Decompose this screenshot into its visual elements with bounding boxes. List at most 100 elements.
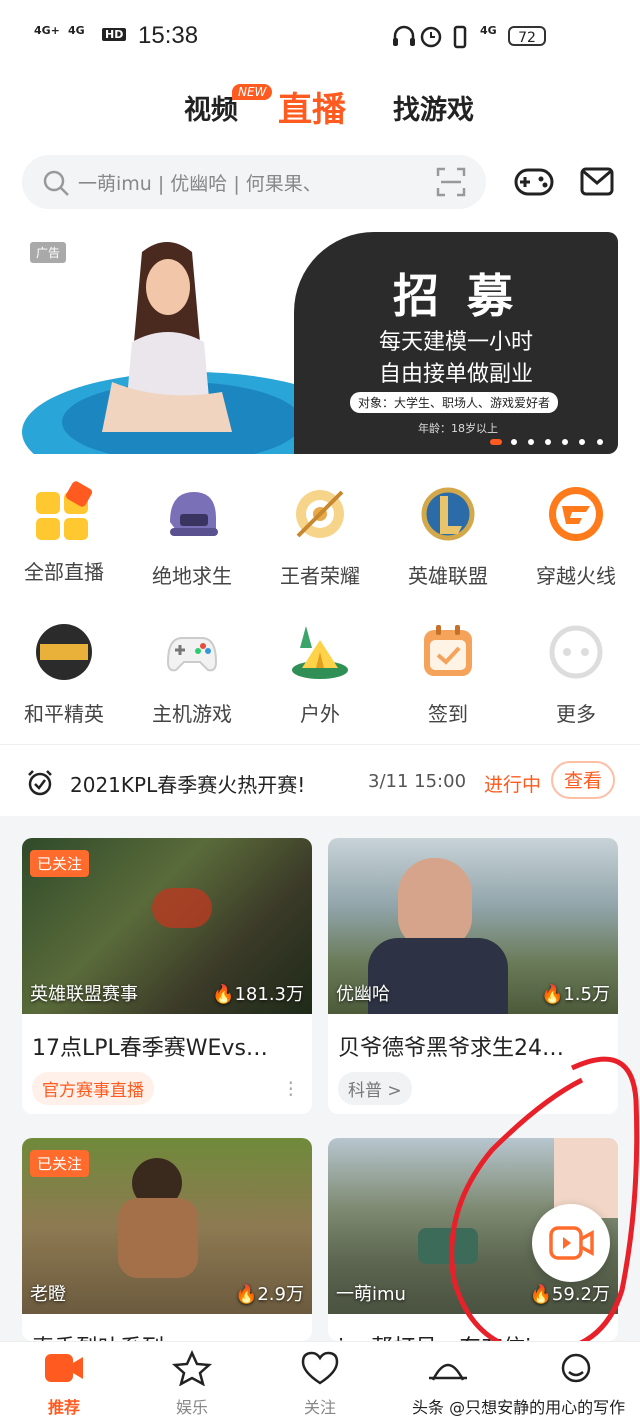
live-card[interactable]: 已关注 老瞪 🔥2.9万 真香烈叶系列 xyxy=(22,1138,312,1341)
status-icons xyxy=(393,25,467,49)
view-button[interactable]: 查看 xyxy=(551,761,615,799)
category-label: 王者荣耀 xyxy=(280,564,360,588)
crossfire-icon xyxy=(549,487,603,541)
banner-illustration xyxy=(22,242,322,454)
views-count: 1.5万 xyxy=(563,984,610,1005)
card-thumbnail: 优幽哈 🔥1.5万 xyxy=(328,838,618,1014)
lol-icon xyxy=(421,487,475,541)
star-icon xyxy=(171,1349,213,1387)
banner-line-4: 年龄：18岁以上 xyxy=(418,422,498,435)
red-annotation-circle xyxy=(449,1056,640,1355)
helmet-icon xyxy=(170,492,218,536)
event-notice[interactable]: 2021KPL春季赛火热开赛! 3/11 15:00 进行中 查看 xyxy=(0,744,640,817)
category-checkin[interactable]: 签到 xyxy=(384,622,512,727)
alarm-clock-icon xyxy=(28,770,52,796)
banner-title: 招 募 xyxy=(392,269,519,323)
category-label: 更多 xyxy=(556,702,596,726)
heart-icon xyxy=(301,1351,339,1385)
ad-tag: 广告 xyxy=(30,242,67,263)
category-more[interactable]: 更多 xyxy=(512,622,640,727)
nav-entertainment[interactable]: 娱乐 xyxy=(152,1349,232,1418)
peacekeeper-elite-icon xyxy=(36,624,92,680)
gamepad-icon[interactable] xyxy=(514,164,554,200)
card-pill[interactable]: 官方赛事直播 xyxy=(32,1072,154,1105)
notice-status: 进行中 xyxy=(484,774,542,796)
views-count: 2.9万 xyxy=(257,1284,304,1305)
card-title: 真香烈叶系列 xyxy=(22,1314,312,1341)
live-card[interactable]: 已关注 英雄联盟赛事 🔥181.3万 17点LPL春季赛WEvs… 官方赛事直播… xyxy=(22,838,312,1114)
card-views: 🔥2.9万 xyxy=(234,1284,304,1305)
card-thumbnail: 已关注 老瞪 🔥2.9万 xyxy=(22,1138,312,1314)
category-honor-of-kings[interactable]: 王者荣耀 xyxy=(256,484,384,589)
calendar-icon xyxy=(424,625,472,676)
card-views: 🔥1.5万 xyxy=(540,984,610,1005)
search-bar[interactable]: 一萌imu | 优幽哈 | 何果果、 xyxy=(22,155,486,209)
live-camera-icon xyxy=(45,1354,83,1382)
card-category: 优幽哈 xyxy=(336,984,390,1005)
clock: 15:38 xyxy=(138,22,199,49)
category-label: 全部直播 xyxy=(24,560,104,584)
signal-2: 4G xyxy=(68,24,85,37)
category-crossfire[interactable]: 穿越火线 xyxy=(512,484,640,589)
followed-tag: 已关注 xyxy=(30,850,90,877)
notice-date: 3/11 15:00 xyxy=(368,771,467,792)
tent-icon xyxy=(292,626,348,679)
banner-panel: 招 募 每天建模一小时 自由接单做副业 对象：大学生、职场人、游戏爱好者 年龄：… xyxy=(294,232,618,454)
banner-pager xyxy=(490,430,618,454)
banner-line-3: 对象：大学生、职场人、游戏爱好者 xyxy=(350,392,559,413)
all-live-icon xyxy=(34,479,94,544)
status-bar: 4G+ 4G HD 15:38 4G 72 xyxy=(0,0,640,72)
card-category: 一萌imu xyxy=(336,1284,406,1305)
profile-icon xyxy=(561,1353,591,1383)
nav-label: 关注 xyxy=(303,1398,336,1417)
ad-banner[interactable]: 招 募 每天建模一小时 自由接单做副业 对象：大学生、职场人、游戏爱好者 年龄：… xyxy=(22,232,618,454)
card-category: 英雄联盟赛事 xyxy=(30,984,138,1005)
category-label: 绝地求生 xyxy=(152,564,232,588)
followed-tag: 已关注 xyxy=(30,1150,90,1177)
card-title: 17点LPL春季赛WEvs… xyxy=(32,1036,268,1061)
search-icon xyxy=(43,170,69,196)
honor-of-kings-icon xyxy=(296,490,344,538)
tab-live[interactable]: 直播 xyxy=(278,82,346,131)
banner-line-1: 每天建模一小时 xyxy=(378,330,533,355)
category-label: 和平精英 xyxy=(24,702,104,726)
tab-find-game[interactable]: 找游戏 xyxy=(393,88,474,127)
category-pubg[interactable]: 绝地求生 xyxy=(128,484,256,589)
nav-profile[interactable] xyxy=(536,1350,616,1394)
nav-follow[interactable]: 关注 xyxy=(280,1350,360,1418)
card-pill[interactable]: 科普 > xyxy=(338,1072,412,1105)
hd-icon: HD xyxy=(102,28,127,41)
category-label: 主机游戏 xyxy=(152,702,232,726)
more-options-icon[interactable]: · · · xyxy=(288,1073,294,1105)
nav-label: 推荐 xyxy=(47,1398,80,1417)
mail-icon[interactable] xyxy=(580,164,614,198)
scan-icon[interactable] xyxy=(436,167,466,197)
tab-video[interactable]: 视频 xyxy=(184,88,238,127)
notice-text: 2021KPL春季赛火热开赛! xyxy=(70,773,306,797)
nav-discover[interactable] xyxy=(408,1350,488,1394)
category-label: 穿越火线 xyxy=(536,564,616,588)
nav-recommend[interactable]: 推荐 xyxy=(24,1350,104,1418)
card-views: 🔥181.3万 xyxy=(212,984,304,1005)
more-icon xyxy=(549,625,603,679)
category-lol[interactable]: 英雄联盟 xyxy=(384,484,512,589)
card-category: 老瞪 xyxy=(30,1284,66,1305)
search-input[interactable]: 一萌imu | 优幽哈 | 何果果、 xyxy=(78,169,322,196)
signal-3: 4G xyxy=(480,24,497,37)
banner-line-2: 自由接单做副业 xyxy=(378,362,533,387)
controller-icon xyxy=(166,637,218,672)
new-badge: NEW xyxy=(232,84,273,100)
signal-1: 4G+ xyxy=(34,24,60,37)
views-count: 181.3万 xyxy=(234,984,304,1005)
category-console-games[interactable]: 主机游戏 xyxy=(128,622,256,727)
battery: 72 xyxy=(508,26,546,46)
category-outdoor[interactable]: 户外 xyxy=(256,622,384,727)
category-all-live[interactable]: 全部直播 xyxy=(0,479,128,585)
category-label: 户外 xyxy=(300,702,340,726)
category-label: 签到 xyxy=(428,702,468,726)
watermark: 头条 @只想安静的用心的写作 xyxy=(412,1398,626,1417)
nav-label: 娱乐 xyxy=(175,1398,208,1417)
category-label: 英雄联盟 xyxy=(408,564,488,588)
category-peacekeeper-elite[interactable]: 和平精英 xyxy=(0,622,128,727)
planet-icon xyxy=(429,1363,467,1381)
